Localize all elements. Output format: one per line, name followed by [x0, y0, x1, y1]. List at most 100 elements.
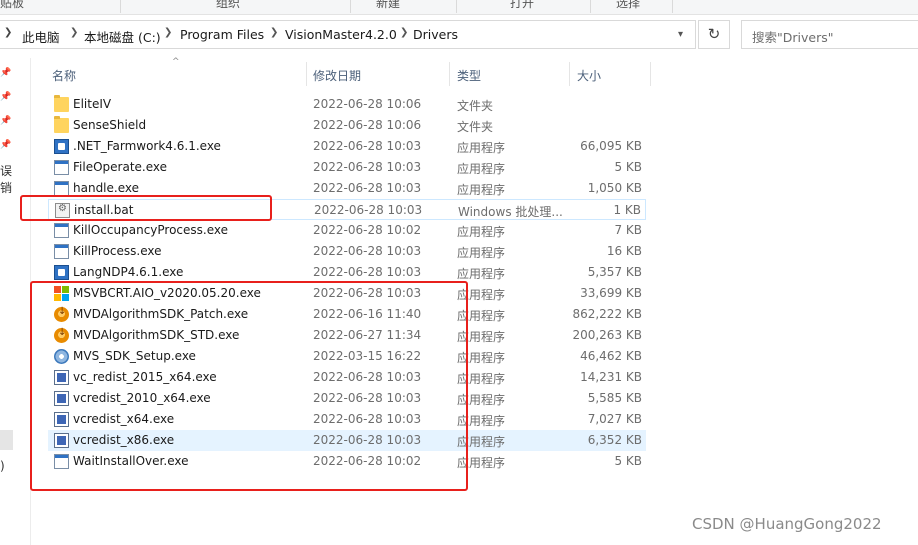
installer-icon — [54, 265, 69, 280]
file-size: 200,263 KB — [572, 328, 642, 342]
annotation-box-dependencies — [30, 281, 468, 491]
pin-icon[interactable]: 📌 — [0, 140, 11, 150]
file-type: 应用程序 — [457, 225, 506, 239]
file-date: 2022-06-28 10:06 — [313, 97, 422, 111]
file-size: 7,027 KB — [587, 412, 642, 426]
chevron-down-icon[interactable]: ▾ — [678, 29, 683, 40]
address-bar[interactable]: ❯ 此电脑 ❯ 本地磁盘 (C:) ❯ Program Files ❯ Visi… — [0, 20, 696, 49]
pin-icon[interactable]: 📌 — [0, 116, 11, 126]
file-type: 应用程序 — [457, 267, 506, 281]
file-name: EliteIV — [73, 97, 112, 111]
column-header-row: ^ 名称 修改日期 类型 大小 — [44, 57, 656, 86]
file-size: 5 KB — [614, 454, 642, 468]
ribbon-separator — [120, 0, 121, 13]
column-separator[interactable] — [306, 62, 307, 86]
folder-icon — [54, 95, 69, 112]
file-size: 6,352 KB — [587, 433, 642, 447]
file-date: 2022-06-28 10:03 — [313, 244, 422, 258]
navigation-pane: 📌 📌 📌 📌 误销 ) — [0, 58, 14, 545]
column-separator[interactable] — [569, 62, 570, 86]
chevron-right-icon[interactable]: ❯ — [270, 27, 278, 38]
ribbon-clipboard-label: 贴板 — [0, 0, 25, 10]
file-name: KillProcess.exe — [73, 244, 162, 258]
column-header-type[interactable]: 类型 — [457, 67, 481, 84]
address-bar-row: ❯ 此电脑 ❯ 本地磁盘 (C:) ❯ Program Files ❯ Visi… — [0, 16, 918, 54]
folder-icon — [54, 116, 69, 133]
ribbon-separator — [672, 0, 673, 13]
ribbon-select-label: 选择 — [616, 0, 641, 10]
file-size: 5,357 KB — [587, 265, 642, 279]
nav-item-fragment[interactable]: ) — [0, 459, 5, 473]
column-separator[interactable] — [650, 62, 651, 86]
chevron-right-icon[interactable]: ❯ — [4, 27, 12, 38]
file-name: .NET_Farmwork4.6.1.exe — [73, 139, 221, 153]
breadcrumb-drivers[interactable]: Drivers — [413, 27, 458, 42]
file-size: 16 KB — [606, 244, 642, 258]
file-type: 文件夹 — [457, 120, 494, 134]
pin-icon[interactable]: 📌 — [0, 92, 11, 102]
application-icon — [54, 160, 69, 175]
file-row[interactable]: SenseShield 2022-06-28 10:06 文件夹 — [48, 115, 646, 136]
ribbon-separator — [350, 0, 351, 13]
file-type: 应用程序 — [457, 246, 506, 260]
file-date: 2022-06-28 10:03 — [313, 265, 422, 279]
nav-item-fragment[interactable]: 误销 — [0, 162, 14, 196]
application-icon — [54, 181, 69, 196]
file-date: 2022-06-28 10:03 — [313, 160, 422, 174]
ribbon-new-label: 新建 — [376, 0, 401, 10]
file-name: FileOperate.exe — [73, 160, 168, 174]
file-size: 33,699 KB — [580, 286, 642, 300]
column-header-name[interactable]: 名称 — [52, 67, 76, 84]
sort-ascending-icon: ^ — [172, 57, 180, 67]
application-icon — [54, 244, 69, 259]
breadcrumb-this-pc[interactable]: 此电脑 — [22, 27, 60, 46]
chevron-right-icon[interactable]: ❯ — [164, 27, 172, 38]
file-name: SenseShield — [73, 118, 147, 132]
file-type: 文件夹 — [457, 99, 494, 113]
search-placeholder: 搜索"Drivers" — [752, 30, 834, 45]
refresh-icon: ↻ — [707, 25, 721, 43]
file-type: Windows 批处理... — [458, 205, 563, 219]
file-type: 应用程序 — [457, 141, 506, 155]
file-row[interactable]: KillProcess.exe 2022-06-28 10:03 应用程序 16… — [48, 241, 646, 262]
breadcrumb-local-disk[interactable]: 本地磁盘 (C:) — [84, 27, 161, 46]
file-size: 7 KB — [614, 223, 642, 237]
ribbon-separator — [590, 0, 591, 13]
ribbon: 贴板 组织 新建 打开 选择 — [0, 0, 918, 15]
file-name: handle.exe — [73, 181, 139, 195]
file-date: 2022-06-28 10:03 — [314, 203, 423, 217]
file-date: 2022-06-28 10:03 — [313, 181, 422, 195]
file-size: 1,050 KB — [587, 181, 642, 195]
column-header-size[interactable]: 大小 — [577, 67, 601, 84]
file-size: 5,585 KB — [587, 391, 642, 405]
annotation-box-install-bat — [20, 195, 272, 221]
refresh-button[interactable]: ↻ — [698, 20, 730, 49]
ribbon-separator — [456, 0, 457, 13]
file-row[interactable]: LangNDP4.6.1.exe 2022-06-28 10:03 应用程序 5… — [48, 262, 646, 283]
file-row[interactable]: .NET_Farmwork4.6.1.exe 2022-06-28 10:03 … — [48, 136, 646, 157]
installer-icon — [54, 139, 69, 154]
column-separator[interactable] — [449, 62, 450, 86]
file-size: 1 KB — [613, 203, 641, 217]
search-input[interactable]: 搜索"Drivers" — [741, 20, 918, 49]
chevron-right-icon[interactable]: ❯ — [400, 27, 408, 38]
file-date: 2022-06-28 10:06 — [313, 118, 422, 132]
file-row[interactable]: FileOperate.exe 2022-06-28 10:03 应用程序 5 … — [48, 157, 646, 178]
chevron-right-icon[interactable]: ❯ — [70, 27, 78, 38]
breadcrumb-visionmaster[interactable]: VisionMaster4.2.0 — [285, 27, 397, 42]
file-type: 应用程序 — [457, 183, 506, 197]
file-size: 14,231 KB — [580, 370, 642, 384]
file-date: 2022-06-28 10:03 — [313, 139, 422, 153]
file-size: 862,222 KB — [572, 307, 642, 321]
nav-item-selected[interactable] — [0, 430, 13, 450]
column-header-date[interactable]: 修改日期 — [313, 67, 361, 84]
application-icon — [54, 223, 69, 238]
file-name: KillOccupancyProcess.exe — [73, 223, 229, 237]
pin-icon[interactable]: 📌 — [0, 68, 11, 78]
file-row[interactable]: EliteIV 2022-06-28 10:06 文件夹 — [48, 94, 646, 115]
file-row[interactable]: KillOccupancyProcess.exe 2022-06-28 10:0… — [48, 220, 646, 241]
file-size: 5 KB — [614, 160, 642, 174]
breadcrumb-program-files[interactable]: Program Files — [180, 27, 264, 42]
file-size: 46,462 KB — [580, 349, 642, 363]
file-size: 66,095 KB — [580, 139, 642, 153]
